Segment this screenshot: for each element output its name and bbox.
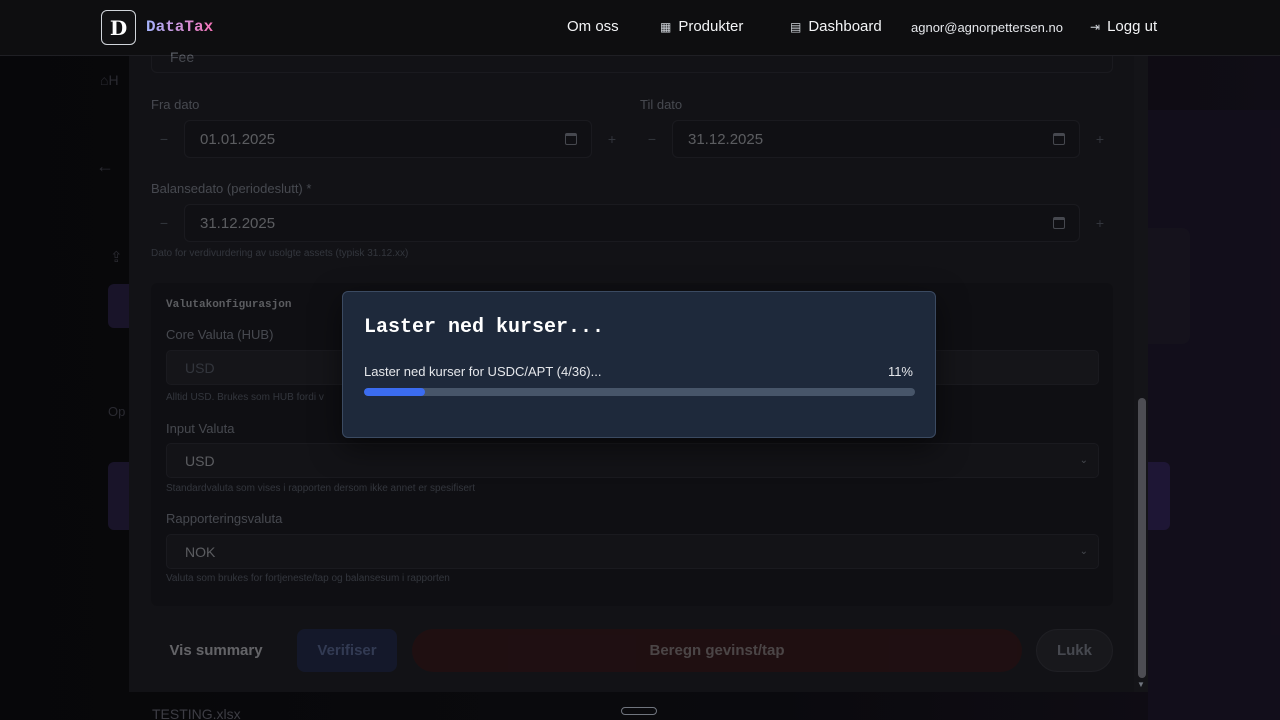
progress-bar-fill xyxy=(364,388,425,396)
progress-percent: 11% xyxy=(887,364,913,379)
progress-status-text: Laster ned kurser for USDC/APT (4/36)... xyxy=(364,364,602,379)
progress-dialog-title: Laster ned kurser... xyxy=(364,316,605,339)
progress-dialog: Laster ned kurser... Laster ned kurser f… xyxy=(342,291,936,438)
progress-bar xyxy=(364,388,915,396)
